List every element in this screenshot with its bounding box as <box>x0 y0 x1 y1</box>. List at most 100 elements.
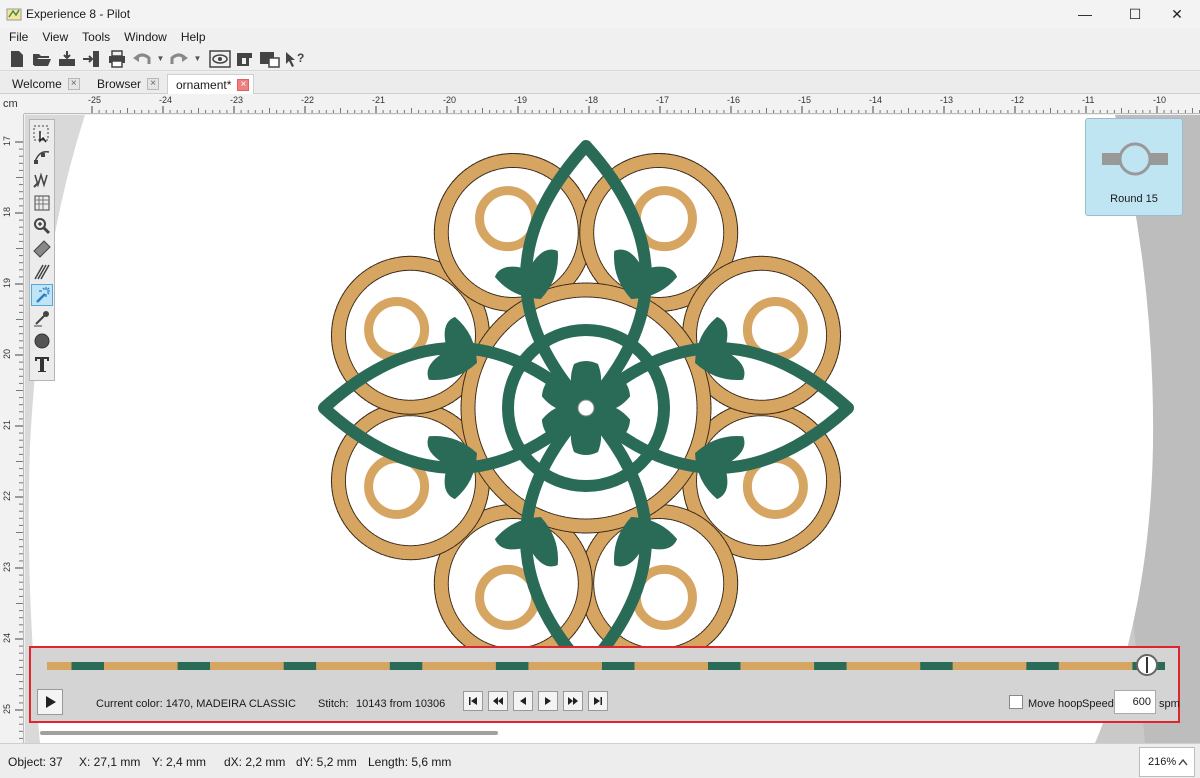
close-icon[interactable]: × <box>237 78 250 91</box>
color-block-thumbnail[interactable]: Round 15 <box>1085 118 1183 216</box>
step-back-button[interactable] <box>513 691 533 711</box>
menu-file[interactable]: File <box>2 30 35 44</box>
ruler-label: -21 <box>372 95 385 105</box>
tab-label: ornament* <box>176 77 232 92</box>
previous-color-button[interactable] <box>488 691 508 711</box>
menu-tools[interactable]: Tools <box>75 30 117 44</box>
ruler-label: 21 <box>2 420 12 430</box>
next-color-button[interactable] <box>563 691 583 711</box>
move-hoop-checkbox[interactable] <box>1009 695 1023 709</box>
stitch-color-segment <box>283 662 317 670</box>
step-forward-button[interactable] <box>538 691 558 711</box>
minimize-button[interactable]: — <box>1062 0 1108 28</box>
text-icon <box>35 357 49 372</box>
circle-icon <box>34 333 50 349</box>
svg-text:?: ? <box>297 51 304 65</box>
stitch-label: Stitch: <box>318 698 349 710</box>
tool-auto-digitize[interactable] <box>31 284 53 306</box>
stitch-slider-handle[interactable] <box>1136 654 1159 676</box>
tool-select[interactable] <box>31 123 53 145</box>
window-title: Experience 8 - Pilot <box>26 7 131 21</box>
ruler-label: 23 <box>2 562 12 572</box>
vertical-ruler[interactable]: 17 18 19 20 21 22 23 24 25 <box>0 114 24 743</box>
stitch-color-segment <box>495 662 529 670</box>
printer-icon <box>109 49 125 68</box>
tab-browser[interactable]: Browser × <box>89 74 163 94</box>
redo-button[interactable] <box>168 48 190 70</box>
ruler-label: -14 <box>869 95 882 105</box>
chevron-up-icon <box>1178 758 1188 766</box>
status-y: Y: 2,4 mm <box>152 755 207 769</box>
menu-view[interactable]: View <box>35 30 75 44</box>
stitch-progress-slider[interactable] <box>47 660 1165 672</box>
import-button[interactable] <box>81 48 103 70</box>
stitch-color-segment <box>601 662 635 670</box>
tool-reshape[interactable] <box>31 146 53 168</box>
close-button[interactable]: ✕ <box>1154 0 1200 28</box>
satin-icon <box>34 264 50 280</box>
stitch-color-segment <box>952 662 1027 670</box>
undo-button[interactable] <box>131 48 153 70</box>
eye-icon <box>209 49 231 68</box>
horizontal-ruler[interactable]: -25 -24 -23 -22 -21 -20 -19 -18 -17 -16 -15 -14 -13 -… <box>24 94 1200 114</box>
play-button[interactable] <box>37 689 63 715</box>
ruler-label: 25 <box>2 704 12 714</box>
tool-color-picker[interactable] <box>31 307 53 329</box>
stitch-color-segment <box>422 662 496 670</box>
stitch-color-segment <box>846 662 921 670</box>
tool-measure[interactable] <box>31 238 53 260</box>
stitch-color-segment <box>47 662 72 670</box>
maximize-button[interactable]: ☐ <box>1112 0 1158 28</box>
ruler-label: 17 <box>2 136 12 146</box>
play-icon <box>46 696 56 708</box>
speed-input[interactable]: 600 <box>1114 690 1156 714</box>
ruler-label: -22 <box>301 95 314 105</box>
horizontal-scrollbar[interactable] <box>40 731 498 735</box>
stitch-color-segment <box>389 662 423 670</box>
stitch-color-segment <box>177 662 211 670</box>
machine-settings-button[interactable] <box>259 48 281 70</box>
import-icon <box>83 50 99 67</box>
ruler-label: -20 <box>443 95 456 105</box>
ruler-label: -18 <box>585 95 598 105</box>
stitch-simulator-button[interactable] <box>234 48 256 70</box>
go-to-start-button[interactable] <box>463 691 483 711</box>
fill-pattern-icon <box>34 195 50 211</box>
menu-bar: File View Tools Window Help <box>0 28 1200 46</box>
folder-open-icon <box>33 53 51 66</box>
print-button[interactable] <box>106 48 128 70</box>
stitch-color-segment <box>634 662 709 670</box>
zoom-icon <box>34 218 51 235</box>
zoom-level-control[interactable]: 216% <box>1139 747 1195 777</box>
status-bar: Object: 37 X: 27,1 mm Y: 2,4 mm dX: 2,2 … <box>0 743 1200 778</box>
machine-icon <box>59 50 75 66</box>
stitch-color-segment <box>920 662 953 670</box>
status-object: Object: 37 <box>8 755 63 769</box>
help-cursor-icon: ? <box>286 51 304 67</box>
menu-window[interactable]: Window <box>117 30 174 44</box>
go-to-end-button[interactable] <box>588 691 608 711</box>
menu-help[interactable]: Help <box>174 30 213 44</box>
undo-dropdown-chevron-down-icon[interactable]: ▼ <box>156 48 165 70</box>
context-help-button[interactable]: ? <box>284 48 306 70</box>
tool-satin[interactable] <box>31 261 53 283</box>
title-bar: Experience 8 - Pilot — ☐ ✕ <box>0 0 1200 28</box>
magic-wand-icon <box>36 287 50 303</box>
redo-dropdown-chevron-down-icon[interactable]: ▼ <box>193 48 202 70</box>
tool-text[interactable] <box>31 353 53 375</box>
preview-button[interactable] <box>209 48 231 70</box>
tool-fill[interactable] <box>31 192 53 214</box>
tab-ornament[interactable]: ornament* × <box>167 74 255 94</box>
tool-zoom[interactable] <box>31 215 53 237</box>
tool-stitch-edit[interactable] <box>31 169 53 191</box>
reshape-icon <box>34 150 50 164</box>
tool-ellipse[interactable] <box>31 330 53 352</box>
tab-welcome[interactable]: Welcome × <box>4 74 84 94</box>
ruler-label: -13 <box>940 95 953 105</box>
close-icon[interactable]: × <box>147 78 160 90</box>
status-dy: dY: 5,2 mm <box>296 755 357 769</box>
new-file-button[interactable] <box>6 48 28 70</box>
send-to-machine-button[interactable] <box>56 48 78 70</box>
close-icon[interactable]: × <box>67 78 80 90</box>
open-button[interactable] <box>31 48 53 70</box>
